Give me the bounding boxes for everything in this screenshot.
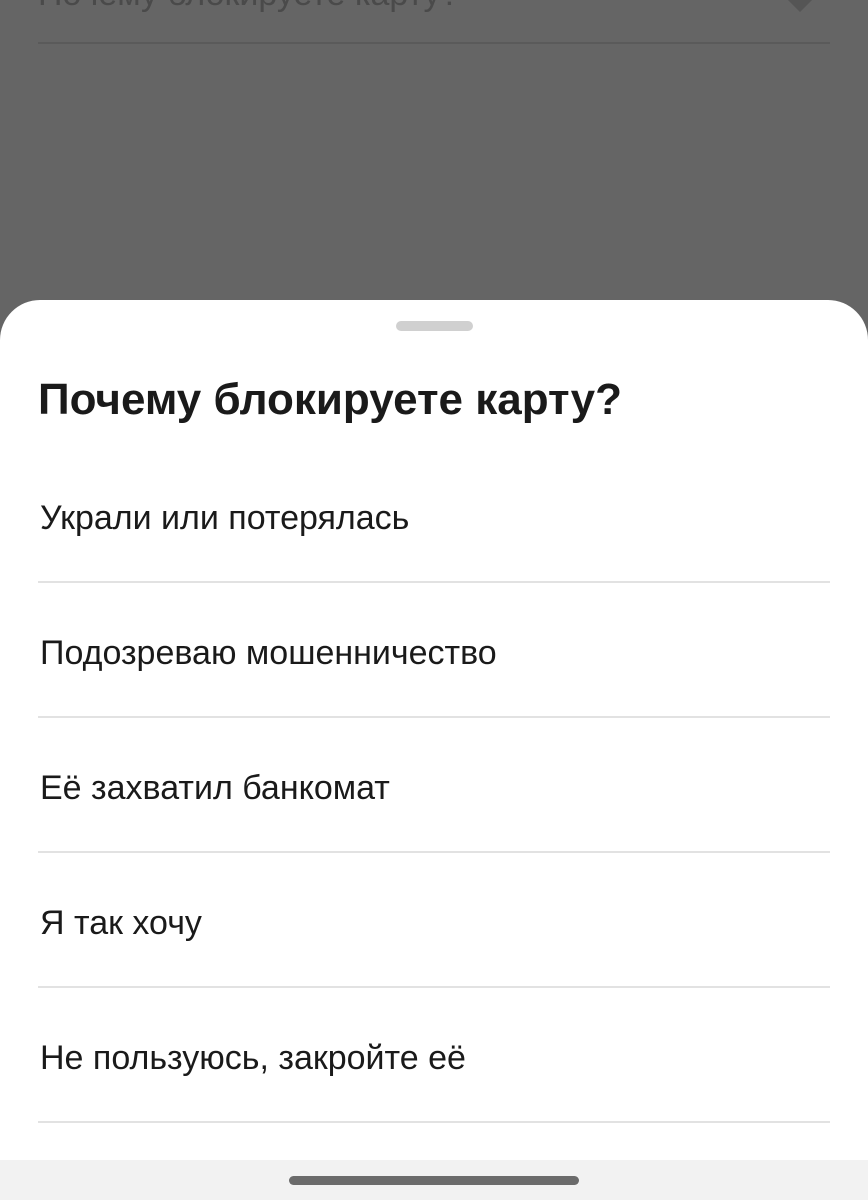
home-indicator[interactable] — [289, 1176, 579, 1185]
option-label: Подозреваю мошенничество — [40, 634, 497, 672]
option-just-want-to[interactable]: Я так хочу — [38, 853, 830, 988]
option-label: Украли или потерялась — [40, 499, 410, 537]
system-navigation-bar — [0, 1160, 868, 1200]
reason-options-list: Украли или потерялась Подозреваю мошенни… — [38, 448, 830, 1123]
option-label: Я так хочу — [40, 904, 202, 942]
reason-select-value: Почему блокируете карту? — [38, 0, 459, 14]
reason-select-field: Почему блокируете карту? — [38, 0, 830, 44]
option-label: Её захватил банкомат — [40, 769, 390, 807]
option-not-using-close[interactable]: Не пользуюсь, закройте её — [38, 988, 830, 1123]
option-stolen-or-lost[interactable]: Украли или потерялась — [38, 448, 830, 583]
option-label: Не пользуюсь, закройте её — [40, 1039, 466, 1077]
option-suspect-fraud[interactable]: Подозреваю мошенничество — [38, 583, 830, 718]
drag-handle[interactable] — [396, 321, 473, 331]
sheet-title: Почему блокируете карту? — [38, 375, 623, 424]
option-captured-by-atm[interactable]: Её захватил банкомат — [38, 718, 830, 853]
bottom-sheet: Почему блокируете карту? Украли или поте… — [0, 300, 868, 1200]
triangle-down-icon — [788, 0, 812, 12]
